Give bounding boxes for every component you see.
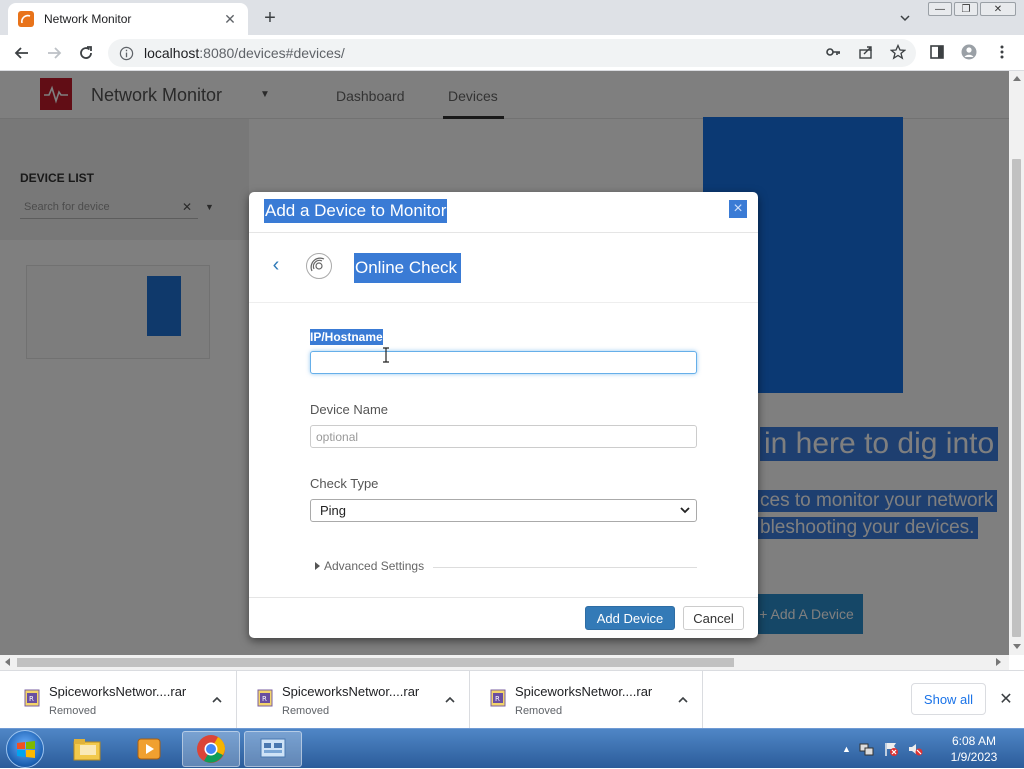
download-status: Removed (282, 705, 330, 717)
tab-title: Network Monitor (44, 12, 132, 26)
show-all-downloads-button[interactable]: Show all (911, 683, 986, 715)
modal-header: Add a Device to Monitor × (249, 192, 758, 233)
windows-taskbar: ▲ 6:08 AM 1/9/2023 (0, 728, 1024, 768)
forward-arrow-icon[interactable] (42, 41, 66, 65)
download-item[interactable]: R SpiceworksNetwor....rar Removed (470, 671, 703, 729)
download-file-name: SpiceworksNetwor....rar (282, 684, 420, 699)
svg-text:R: R (29, 695, 34, 703)
back-chevron-icon[interactable]: ‹ (269, 254, 283, 276)
reload-icon[interactable] (74, 41, 98, 65)
windows-logo-icon (17, 741, 35, 758)
control-panel-taskbar-icon[interactable] (244, 731, 302, 767)
scroll-down-arrow-icon[interactable] (1013, 644, 1021, 649)
download-item[interactable]: R SpiceworksNetwor....rar Removed (4, 671, 237, 729)
browser-menu-icon[interactable] (991, 41, 1013, 63)
select-chevron-icon (680, 507, 690, 514)
share-icon[interactable] (855, 41, 877, 63)
download-status: Removed (49, 705, 97, 717)
advanced-settings-toggle[interactable]: Advanced Settings (315, 559, 424, 573)
device-name-label: Device Name (310, 402, 389, 417)
vertical-scroll-thumb[interactable] (1012, 159, 1021, 637)
add-device-button[interactable]: Add Device (585, 606, 675, 630)
download-options-chevron-icon[interactable] (676, 693, 690, 707)
show-hidden-icons-icon[interactable]: ▲ (842, 744, 851, 754)
download-options-chevron-icon[interactable] (210, 693, 224, 707)
volume-muted-icon[interactable] (907, 741, 923, 757)
action-center-flag-icon[interactable] (883, 741, 899, 757)
cancel-button[interactable]: Cancel (683, 606, 744, 630)
tab-search-chevron-icon[interactable] (893, 8, 917, 28)
password-key-icon[interactable] (822, 41, 844, 63)
device-name-input[interactable]: optional (310, 425, 697, 448)
modal-footer: Add Device Cancel (249, 597, 758, 638)
advanced-settings-label: Advanced Settings (324, 559, 425, 573)
vertical-scrollbar[interactable] (1009, 71, 1024, 655)
clock-time: 6:08 AM (951, 734, 997, 748)
profile-avatar-icon[interactable] (958, 41, 980, 63)
add-device-modal: Add a Device to Monitor × ‹ Online Check… (249, 192, 758, 638)
web-page: Network Monitor ▼ Dashboard Devices DEVI… (0, 71, 1009, 655)
browser-tab[interactable]: Network Monitor ✕ (8, 3, 248, 35)
site-info-icon[interactable] (118, 45, 134, 61)
network-monitor-favicon-icon (18, 11, 34, 27)
address-bar[interactable]: localhost:8080/devices#devices/ (108, 39, 916, 67)
close-download-shelf-icon[interactable]: ✕ (998, 691, 1014, 708)
close-window-icon[interactable]: ✕ (980, 2, 1016, 16)
ip-hostname-input[interactable] (310, 351, 697, 374)
system-tray: ▲ (842, 729, 923, 769)
rar-file-icon: R (490, 689, 506, 707)
browser-tab-strip: Network Monitor ✕ + — ❐ ✕ (0, 0, 1024, 35)
modal-close-icon[interactable]: × (729, 200, 747, 218)
download-options-chevron-icon[interactable] (443, 693, 457, 707)
ip-hostname-label: IP/Hostname (310, 329, 383, 345)
side-panel-icon[interactable] (926, 41, 948, 63)
check-type-select[interactable]: Ping (310, 499, 697, 522)
download-item[interactable]: R SpiceworksNetwor....rar Removed (237, 671, 470, 729)
rar-file-icon: R (257, 689, 273, 707)
clock-date: 1/9/2023 (950, 750, 998, 764)
taskbar-clock[interactable]: 6:08 AM 1/9/2023 (944, 733, 1004, 765)
check-type-label: Check Type (310, 476, 379, 491)
text-cursor-icon (383, 347, 389, 363)
download-shelf: R SpiceworksNetwor....rar Removed R Spic… (0, 670, 1024, 729)
url-text: localhost:8080/devices#devices/ (144, 45, 345, 61)
download-status: Removed (515, 705, 563, 717)
advanced-divider (433, 567, 697, 568)
tab-close-icon[interactable]: ✕ (222, 11, 238, 27)
minimize-window-icon[interactable]: — (928, 2, 952, 16)
horizontal-scroll-thumb[interactable] (17, 658, 734, 667)
expand-triangle-icon (315, 562, 320, 570)
scroll-up-arrow-icon[interactable] (1013, 76, 1021, 81)
network-tray-icon[interactable] (859, 741, 875, 757)
svg-text:R: R (495, 695, 500, 703)
svg-text:R: R (262, 695, 267, 703)
bookmark-star-icon[interactable] (887, 41, 909, 63)
step-title: Online Check (354, 253, 462, 283)
modal-title: Add a Device to Monitor (264, 199, 448, 223)
horizontal-scrollbar[interactable] (0, 655, 1009, 670)
online-check-icon (306, 253, 332, 279)
new-tab-plus-icon[interactable]: + (258, 6, 282, 30)
scroll-right-arrow-icon[interactable] (996, 658, 1001, 666)
download-file-name: SpiceworksNetwor....rar (49, 684, 187, 699)
browser-toolbar: localhost:8080/devices#devices/ (0, 35, 1024, 71)
download-file-name: SpiceworksNetwor....rar (515, 684, 653, 699)
file-explorer-taskbar-icon[interactable] (58, 731, 116, 767)
chrome-taskbar-icon[interactable] (182, 731, 240, 767)
rar-file-icon: R (24, 689, 40, 707)
check-type-step: ‹ Online Check (249, 233, 758, 303)
scroll-left-arrow-icon[interactable] (5, 658, 10, 666)
check-type-value: Ping (320, 503, 347, 518)
back-arrow-icon[interactable] (10, 41, 34, 65)
media-player-taskbar-icon[interactable] (120, 731, 178, 767)
start-button[interactable] (6, 730, 44, 768)
restore-window-icon[interactable]: ❐ (954, 2, 978, 16)
